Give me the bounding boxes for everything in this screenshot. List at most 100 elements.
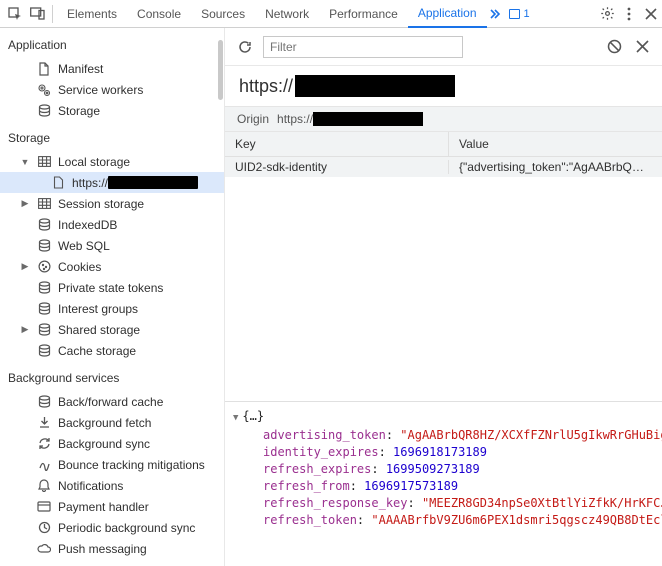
sidebar-item-label: Web SQL — [58, 239, 110, 253]
sidebar-item-notifications[interactable]: ▶Notifications — [0, 475, 224, 496]
database-icon — [36, 395, 52, 408]
sidebar-item-manifest[interactable]: ▶ Manifest — [0, 58, 224, 79]
sidebar-item-session-storage[interactable]: ▶ Session storage — [0, 193, 224, 214]
database-icon — [36, 104, 52, 117]
value-detail[interactable]: ▼{…} advertising_token: "AgAABrbQR8HZ/XC… — [225, 402, 662, 566]
bounce-icon — [36, 458, 52, 471]
chevron-right-icon: ▶ — [20, 324, 30, 335]
database-icon — [36, 218, 52, 231]
sync-icon — [36, 437, 52, 450]
origin-url: https:// — [225, 66, 662, 106]
card-icon — [36, 501, 52, 512]
sidebar-item-label: Local storage — [58, 155, 130, 169]
divider — [52, 5, 53, 23]
sidebar-item-interest-groups[interactable]: ▶ Interest groups — [0, 298, 224, 319]
sidebar-item-cookies[interactable]: ▶ Cookies — [0, 256, 224, 277]
table-body[interactable]: UID2-sdk-identity {"advertising_token":"… — [225, 157, 662, 402]
detail-prop[interactable]: refresh_response_key: "MEEZR8GD34npSe0Xt… — [233, 495, 654, 512]
sidebar-item-storage[interactable]: ▶ Storage — [0, 100, 224, 121]
sidebar-item-cache-storage[interactable]: ▶ Cache storage — [0, 340, 224, 361]
sidebar-scrollbar[interactable] — [218, 40, 223, 100]
sidebar-item-service-workers[interactable]: ▶ Service workers — [0, 79, 224, 100]
sidebar-item-label: Interest groups — [58, 302, 138, 316]
tab-performance[interactable]: Performance — [319, 0, 408, 28]
sidebar-item-label: Payment handler — [58, 500, 149, 514]
sidebar-item-bfcache[interactable]: ▶Back/forward cache — [0, 391, 224, 412]
sidebar-item-label: Periodic background sync — [58, 521, 195, 535]
gears-icon — [36, 83, 52, 97]
column-value[interactable]: Value — [449, 132, 662, 156]
chevron-right-icon: ▶ — [20, 261, 30, 272]
sidebar-item-label: Back/forward cache — [58, 395, 163, 409]
section-application: Application — [0, 28, 224, 58]
sidebar-item-shared-storage[interactable]: ▶ Shared storage — [0, 319, 224, 340]
document-icon — [36, 62, 52, 76]
cell-value[interactable]: {"advertising_token":"AgAABrbQR8... — [449, 160, 662, 174]
table-icon — [36, 198, 52, 209]
sidebar-item-payment-handler[interactable]: ▶Payment handler — [0, 496, 224, 517]
sidebar-item-background-sync[interactable]: ▶Background sync — [0, 433, 224, 454]
chevron-down-icon: ▼ — [20, 157, 30, 167]
sidebar-item-label: Cookies — [58, 260, 101, 274]
detail-prop[interactable]: refresh_from: 1696917573189 — [233, 478, 654, 495]
sidebar-item-label: Shared storage — [58, 323, 140, 337]
sidebar-item-bounce-tracking[interactable]: ▶Bounce tracking mitigations — [0, 454, 224, 475]
sidebar-item-label: Service workers — [58, 83, 143, 97]
refresh-icon[interactable] — [235, 37, 255, 57]
tab-elements[interactable]: Elements — [57, 0, 127, 28]
filter-input[interactable] — [263, 36, 463, 58]
database-icon — [36, 344, 52, 357]
sidebar-item-label: Background sync — [58, 437, 150, 451]
tab-console[interactable]: Console — [127, 0, 191, 28]
message-count: 1 — [524, 8, 530, 20]
database-icon — [36, 281, 52, 294]
close-devtools-icon[interactable] — [640, 8, 662, 20]
cell-key[interactable]: UID2-sdk-identity — [225, 160, 449, 174]
database-icon — [36, 323, 52, 336]
sidebar-item-push-messaging[interactable]: ▶Push messaging — [0, 538, 224, 559]
detail-prop[interactable]: advertising_token: "AgAABrbQR8HZ/XCXfFZN… — [233, 427, 654, 444]
kebab-icon[interactable] — [618, 7, 640, 21]
sidebar-item-private-state-tokens[interactable]: ▶ Private state tokens — [0, 277, 224, 298]
cloud-icon — [36, 543, 52, 554]
sidebar-item-label: Storage — [58, 104, 100, 118]
sidebar-item-label: Private state tokens — [58, 281, 163, 295]
detail-header[interactable]: ▼{…} — [233, 408, 654, 427]
sidebar-item-background-fetch[interactable]: ▶Background fetch — [0, 412, 224, 433]
cookie-icon — [36, 260, 52, 273]
sidebar-item-label: Push messaging — [58, 542, 147, 556]
messages-badge[interactable]: 1 — [503, 8, 536, 20]
device-toggle-icon[interactable] — [26, 7, 48, 20]
more-tabs-icon[interactable] — [487, 8, 503, 20]
detail-prop[interactable]: refresh_token: "AAAABrfbV9ZU6m6PEX1dsmri… — [233, 512, 654, 529]
sidebar-item-label: Cache storage — [58, 344, 136, 358]
sidebar-item-websql[interactable]: ▶ Web SQL — [0, 235, 224, 256]
sidebar-item-label: Manifest — [58, 62, 103, 76]
detail-prop[interactable]: identity_expires: 1696918173189 — [233, 444, 654, 461]
sidebar-item-label: IndexedDB — [58, 218, 117, 232]
sidebar-item-indexeddb[interactable]: ▶ IndexedDB — [0, 214, 224, 235]
sidebar-item-label: Notifications — [58, 479, 123, 493]
message-icon — [509, 9, 520, 19]
block-icon[interactable] — [604, 37, 624, 57]
settings-icon[interactable] — [596, 6, 618, 21]
sidebar-item-periodic-sync[interactable]: ▶Periodic background sync — [0, 517, 224, 538]
sidebar-item-local-storage-origin[interactable]: ▶ https:// — [0, 172, 224, 193]
inspect-icon[interactable] — [4, 7, 26, 21]
chevron-right-icon: ▶ — [20, 198, 30, 209]
table-icon — [36, 156, 52, 167]
column-key[interactable]: Key — [225, 132, 449, 156]
database-icon — [36, 239, 52, 252]
sidebar-item-local-storage[interactable]: ▼ Local storage — [0, 151, 224, 172]
tab-sources[interactable]: Sources — [191, 0, 255, 28]
origin-label: Origin — [237, 112, 269, 126]
tab-network[interactable]: Network — [255, 0, 319, 28]
section-storage: Storage — [0, 121, 224, 151]
sync-icon — [36, 521, 52, 534]
tab-application[interactable]: Application — [408, 0, 487, 28]
origin-value: https:// — [277, 112, 423, 126]
sidebar-item-label: https:// — [72, 176, 198, 190]
table-row[interactable]: UID2-sdk-identity {"advertising_token":"… — [225, 157, 662, 177]
clear-icon[interactable] — [632, 37, 652, 57]
detail-prop[interactable]: refresh_expires: 1699509273189 — [233, 461, 654, 478]
